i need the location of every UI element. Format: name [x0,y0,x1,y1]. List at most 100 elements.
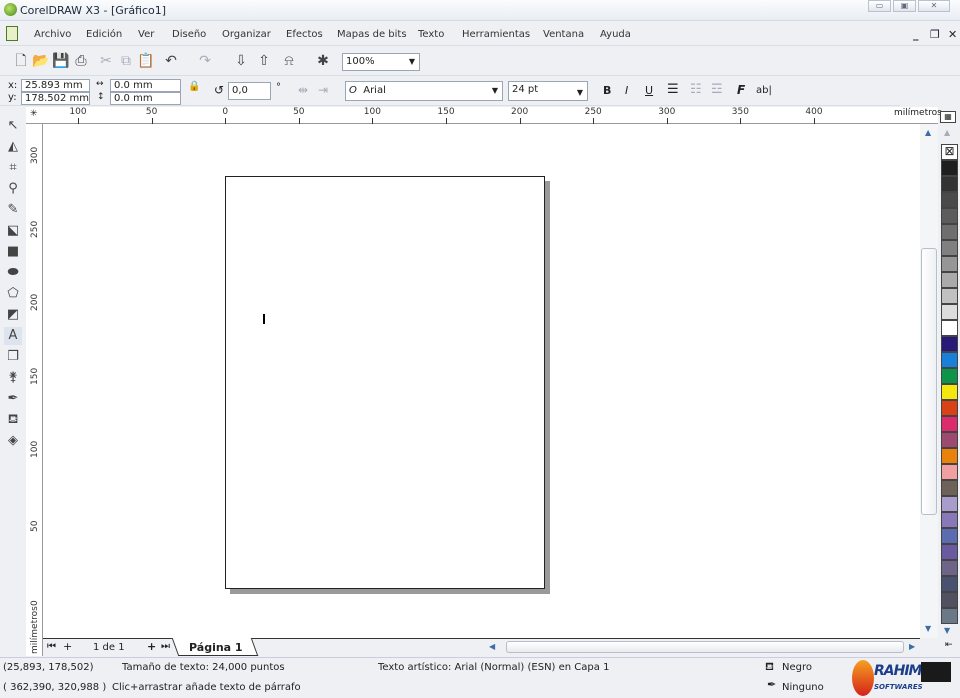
menu-herramientas[interactable]: Herramientas [462,29,530,40]
polygon-tool-icon[interactable]: ⬠ [4,285,22,303]
color-swatch[interactable] [941,560,958,576]
outline-tool-icon[interactable]: ✒ [4,390,22,408]
italic-icon[interactable]: I [625,84,628,97]
color-swatch[interactable] [941,176,958,192]
palette-expand-icon[interactable]: ⇤ [945,640,953,650]
color-swatch[interactable] [941,192,958,208]
menu-ayuda[interactable]: Ayuda [600,29,631,40]
paste-icon[interactable]: 📋 [137,52,155,70]
pick-tool-icon[interactable]: ↖ [4,117,22,135]
color-swatch[interactable] [941,352,958,368]
launcher-icon[interactable]: ⍾ [280,52,298,70]
drop-cap-icon[interactable]: ☲ [711,82,723,97]
interactive-fill-tool-icon[interactable]: ◈ [4,432,22,450]
save-icon[interactable]: 💾 [52,52,70,70]
bullets-icon[interactable]: ☷ [690,82,702,97]
print-icon[interactable]: ⎙ [72,52,90,70]
color-swatch[interactable] [941,544,958,560]
zoom-select[interactable]: 100% ▼ [342,53,420,71]
fill-tool-icon[interactable]: ⛾ [4,411,22,429]
align-icon[interactable]: ☰ [667,82,679,97]
redo-icon[interactable]: ↷ [196,52,214,70]
menu-ver[interactable]: Ver [138,29,154,40]
rectangle-tool-icon[interactable]: ■ [4,243,22,261]
menu-ventana[interactable]: Ventana [543,29,584,40]
color-swatch[interactable] [941,512,958,528]
minimize-button[interactable]: ▭ [868,0,891,12]
color-swatch[interactable] [941,224,958,240]
color-swatch[interactable] [941,368,958,384]
mirror-v-icon[interactable]: ⇥ [318,83,328,97]
new-icon[interactable]: 🗋 [12,52,30,70]
color-swatch[interactable] [941,320,958,336]
color-swatch[interactable] [941,448,958,464]
undo-icon[interactable]: ↶ [162,52,180,70]
zoom-tool-icon[interactable]: ⚲ [4,180,22,198]
eyedropper-tool-icon[interactable]: ⚵ [4,369,22,387]
color-swatch[interactable] [941,272,958,288]
horizontal-ruler[interactable]: ✳ 100 50 0 50 100 150 200 250 300 350 400 milímetr… [26,107,942,124]
mirror-h-icon[interactable]: ⇹ [298,83,308,97]
menu-mapas-de-bits[interactable]: Mapas de bits [337,29,407,40]
horizontal-scroll-thumb[interactable] [506,641,904,653]
menu-archivo[interactable]: Archivo [34,29,71,40]
width-field[interactable]: 0.0 mm [110,79,181,92]
y-position-field[interactable]: 178.502 mm [21,92,90,105]
color-swatch[interactable] [941,464,958,480]
scroll-left-icon[interactable]: ◀ [489,642,495,651]
maximize-button[interactable]: ▣ [893,0,916,12]
color-swatch[interactable] [941,304,958,320]
color-swatch[interactable] [941,384,958,400]
shape-tool-icon[interactable]: ◭ [4,138,22,156]
menu-organizar[interactable]: Organizar [222,29,271,40]
color-swatch[interactable] [941,432,958,448]
menu-diseno[interactable]: Diseño [172,29,206,40]
palette-options-icon[interactable]: ▦ [940,111,956,123]
palette-scroll-down-icon[interactable]: ▼ [944,626,950,635]
font-select[interactable]: O Arial ▼ [345,81,503,101]
ruler-origin-icon[interactable]: ✳ [30,109,38,119]
color-swatch[interactable] [941,240,958,256]
edit-text-icon[interactable]: ab| [756,85,772,96]
scroll-up-icon[interactable]: ▲ [925,128,931,137]
angle-field[interactable]: 0,0 [228,82,271,100]
smart-fill-tool-icon[interactable]: ⬕ [4,222,22,240]
freehand-tool-icon[interactable]: ✎ [4,201,22,219]
no-color-swatch[interactable]: ⊠ [941,144,958,160]
last-page-icon[interactable]: ⏭ [161,641,170,652]
copy-icon[interactable]: ⧉ [117,52,135,70]
color-swatch[interactable] [941,256,958,272]
scroll-down-icon[interactable]: ▼ [925,624,931,633]
export-icon[interactable]: ⇧ [255,52,273,70]
interactive-blend-tool-icon[interactable]: ❐ [4,348,22,366]
color-swatch[interactable] [941,496,958,512]
color-swatch[interactable] [941,208,958,224]
drawing-page[interactable] [225,176,545,589]
menu-texto[interactable]: Texto [418,29,444,40]
first-page-icon[interactable]: ⏮ [47,641,56,652]
doc-close-button[interactable]: ✕ [948,28,957,41]
x-position-field[interactable]: 25.893 mm [21,79,90,92]
close-button[interactable]: ✕ [918,0,950,12]
menu-edicion[interactable]: Edición [86,29,122,40]
color-swatch[interactable] [941,576,958,592]
crop-tool-icon[interactable]: ⌗ [4,159,22,177]
palette-scroll-up-icon[interactable]: ▲ [944,128,950,137]
color-swatch[interactable] [941,480,958,496]
color-swatch[interactable] [941,160,958,176]
text-tool-icon[interactable]: A [4,327,22,345]
height-field[interactable]: 0.0 mm [110,92,181,105]
ellipse-tool-icon[interactable]: ⬬ [4,264,22,282]
basic-shapes-tool-icon[interactable]: ◩ [4,306,22,324]
bold-icon[interactable]: B [603,84,611,97]
format-text-icon[interactable]: F [737,83,745,97]
scroll-right-icon[interactable]: ▶ [909,642,915,651]
vertical-scroll-thumb[interactable] [921,248,937,515]
font-size-select[interactable]: 24 pt ▼ [508,81,588,101]
color-swatch[interactable] [941,608,958,624]
doc-restore-button[interactable]: ❐ [930,28,940,41]
color-swatch[interactable] [941,400,958,416]
color-swatch[interactable] [941,528,958,544]
welcome-icon[interactable]: ✱ [314,52,332,70]
menu-efectos[interactable]: Efectos [286,29,323,40]
